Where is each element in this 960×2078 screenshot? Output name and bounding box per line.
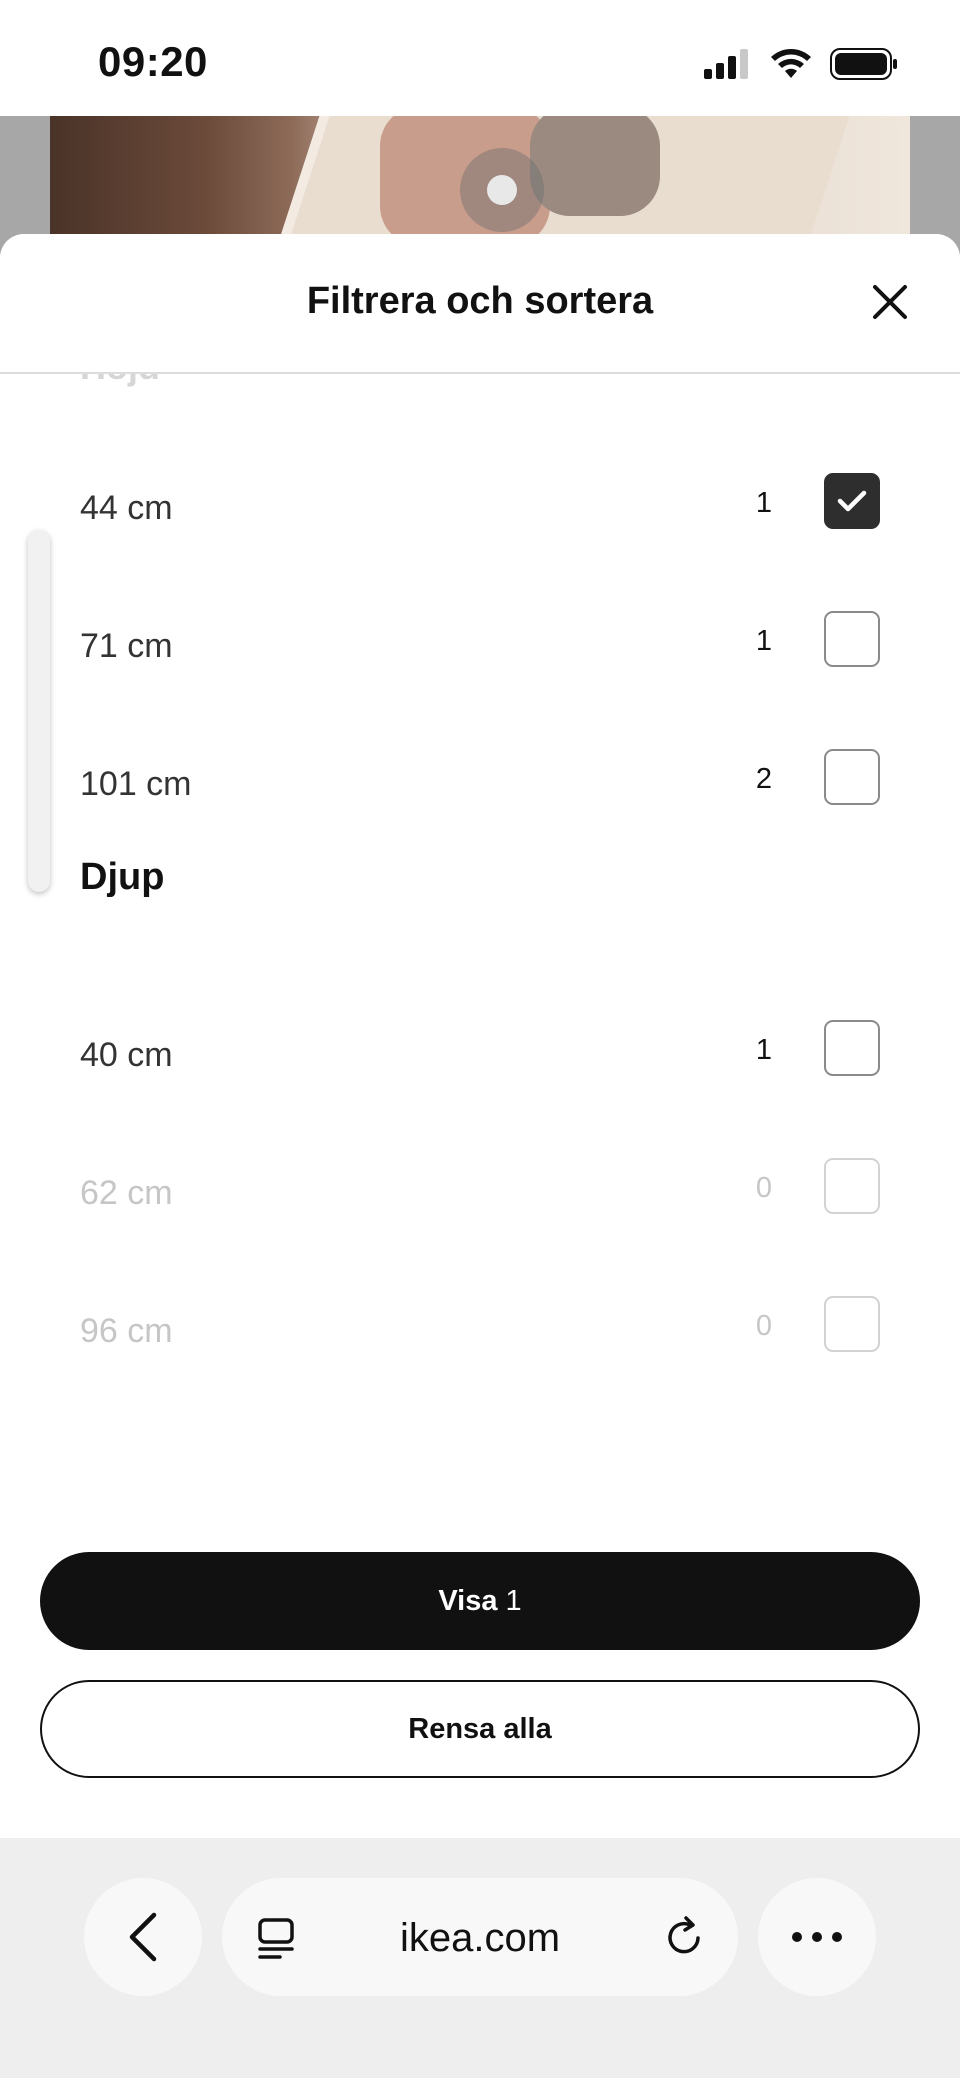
section-heading-djup: Djup <box>80 856 165 898</box>
filter-list[interactable]: Höjd 44 cm 1 71 cm 1 101 cm 2 Djup 40 cm… <box>0 374 960 1674</box>
back-button[interactable] <box>84 1878 202 1996</box>
status-icons <box>704 44 898 84</box>
show-results-button[interactable]: Visa 1 <box>40 1552 920 1650</box>
option-count: 1 <box>755 625 772 657</box>
filter-option-96cm: 96 cm 0 <box>0 1288 960 1378</box>
filter-option-40cm[interactable]: 40 cm 1 <box>0 1012 960 1102</box>
show-results-label: Visa <box>438 1584 498 1617</box>
status-bar: 09:20 <box>0 0 960 116</box>
battery-icon <box>830 48 897 80</box>
option-count: 0 <box>755 1172 772 1204</box>
browser-toolbar: ikea.com <box>0 1838 960 2078</box>
option-checkbox-disabled <box>824 1158 880 1214</box>
option-count: 1 <box>755 487 772 519</box>
scrollbar[interactable] <box>28 530 50 892</box>
filter-option-101cm[interactable]: 101 cm 2 <box>0 741 960 831</box>
filter-option-44cm[interactable]: 44 cm 1 <box>0 465 960 555</box>
show-results-count: 1 <box>505 1584 522 1617</box>
close-button[interactable] <box>864 276 916 328</box>
option-label: 40 cm <box>80 1036 173 1074</box>
option-checkbox-disabled <box>824 1296 880 1352</box>
option-checkbox-checked[interactable] <box>824 473 880 529</box>
clear-all-button[interactable]: Rensa alla <box>40 1680 920 1778</box>
filter-option-71cm[interactable]: 71 cm 1 <box>0 603 960 693</box>
option-label: 62 cm <box>80 1174 173 1212</box>
reload-icon[interactable] <box>660 1914 708 1962</box>
option-label: 96 cm <box>80 1312 173 1350</box>
play-dot-icon <box>487 175 517 205</box>
wifi-icon <box>771 49 811 78</box>
option-checkbox[interactable] <box>824 1020 880 1076</box>
option-count: 2 <box>755 763 772 795</box>
section-heading-hojd: Höjd <box>80 374 160 388</box>
option-label: 44 cm <box>80 489 173 527</box>
status-time: 09:20 <box>98 38 208 85</box>
cellular-signal-icon <box>704 49 748 79</box>
filter-option-62cm: 62 cm 0 <box>0 1150 960 1240</box>
option-checkbox[interactable] <box>824 611 880 667</box>
option-label: 101 cm <box>80 765 192 803</box>
more-button[interactable] <box>758 1878 876 1996</box>
close-icon <box>873 285 907 319</box>
more-icon <box>792 1932 842 1942</box>
sheet-header: Filtrera och sortera <box>0 234 960 374</box>
option-label: 71 cm <box>80 627 173 665</box>
chevron-left-icon <box>129 1912 157 1962</box>
checkmark-icon <box>837 490 867 512</box>
sheet-title: Filtrera och sortera <box>306 280 654 322</box>
option-checkbox[interactable] <box>824 749 880 805</box>
address-bar[interactable]: ikea.com <box>222 1878 738 1996</box>
option-count: 1 <box>755 1034 772 1066</box>
option-count: 0 <box>755 1310 772 1342</box>
